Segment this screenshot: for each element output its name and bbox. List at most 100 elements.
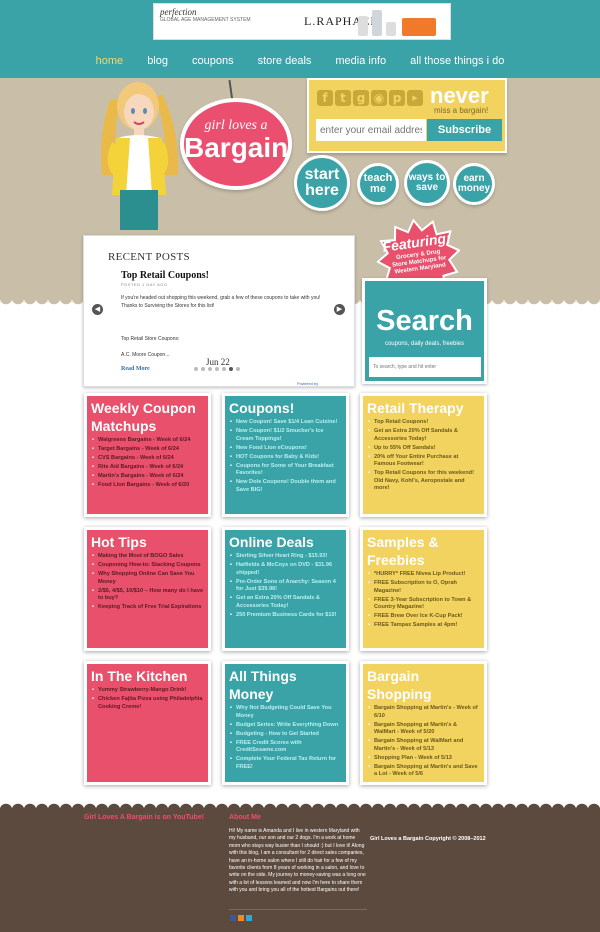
list-item[interactable]: New Coupon! $1/2 Smucker's Ice Cream Top…	[229, 428, 342, 443]
earn-money-button[interactable]: earn money	[453, 163, 495, 205]
pinterest-icon[interactable]: p	[389, 90, 405, 106]
list-item[interactable]: Food Lion Bargains - Week of 6/20	[91, 482, 204, 490]
subscribe-box: f t g ◉ p ▶ never miss a bargain! Subscr…	[307, 78, 507, 153]
list-item[interactable]: Why Not Budgeting Could Save You Money	[229, 705, 342, 720]
category-box-title[interactable]: Samples & Freebies	[367, 533, 480, 569]
category-box-title[interactable]: In The Kitchen	[91, 667, 204, 685]
list-item[interactable]: Budgeting - How to Get Started	[229, 731, 342, 739]
list-item[interactable]: New Food Lion eCoupons!	[229, 445, 342, 453]
youtube-icon[interactable]: ▶	[407, 90, 423, 106]
nav-home[interactable]: home	[86, 52, 134, 70]
category-box-list: Why Not Budgeting Could Save You Money Bu…	[229, 705, 342, 771]
email-input[interactable]	[316, 119, 426, 141]
list-item[interactable]: Complete Your Federal Tax Return for FRE…	[229, 756, 342, 771]
list-item[interactable]: Rite Aid Bargains - Week of 6/24	[91, 464, 204, 472]
category-box-title[interactable]: All Things Money	[229, 667, 342, 703]
slider-dot[interactable]	[215, 367, 219, 371]
list-item[interactable]: FREE Brew Over Ice K-Cup Pack!	[367, 613, 480, 621]
list-item[interactable]: Bargain Shopping at WalMart and Martin's…	[367, 738, 480, 753]
list-item[interactable]: Get an Extra 20% Off Sandals & Accessori…	[229, 595, 342, 610]
list-item[interactable]: Sterling Silver Heart Ring - $15.93!	[229, 553, 342, 561]
twitter-icon[interactable]	[246, 915, 252, 921]
list-item[interactable]: FREE 3-Year Subscription to Town & Count…	[367, 597, 480, 612]
category-box: Samples & Freebies*HURRY* FREE Nivea Lip…	[360, 527, 487, 651]
rss-icon[interactable]	[238, 915, 244, 921]
subscribe-button[interactable]: Subscribe	[427, 119, 502, 141]
slider-dot[interactable]	[201, 367, 205, 371]
list-item[interactable]: *HURRY* FREE Nivea Lip Product!	[367, 571, 480, 579]
list-item[interactable]: Budget Series: Write Everything Down	[229, 722, 342, 730]
category-box-list: *HURRY* FREE Nivea Lip Product!FREE Subs…	[367, 571, 480, 630]
read-more-link[interactable]: Read More	[121, 366, 150, 372]
twitter-icon[interactable]: t	[335, 90, 351, 106]
teach-me-button[interactable]: teach me	[357, 163, 399, 205]
next-arrow-icon[interactable]: ▶	[334, 304, 345, 315]
facebook-icon[interactable]: f	[317, 90, 333, 106]
category-box-title[interactable]: Online Deals	[229, 533, 342, 551]
slider-dot[interactable]	[222, 367, 226, 371]
list-item[interactable]: 20% off Your Entire Purchase at Famous F…	[367, 454, 480, 469]
category-box-title[interactable]: Weekly Coupon Matchups	[91, 399, 204, 435]
nav-store-deals[interactable]: store deals	[248, 52, 322, 70]
category-box-title[interactable]: Bargain Shopping	[367, 667, 480, 703]
list-item[interactable]: Bargain Shopping at Martin's - Week of 6…	[367, 705, 480, 720]
category-box: Coupons! New Coupon! Save $1/4 Lean Cuisi…	[222, 393, 349, 517]
google-plus-icon[interactable]: g	[353, 90, 369, 106]
list-item[interactable]: Why Shopping Online Can Save You Money	[91, 571, 204, 586]
list-item[interactable]: Top Retail Coupons!	[367, 419, 480, 427]
list-item[interactable]: Hatfields & McCoys on DVD - $31.96 shipp…	[229, 562, 342, 577]
list-item[interactable]: Couponing How-to: Stacking Coupons	[91, 562, 204, 570]
facebook-icon[interactable]	[230, 915, 236, 921]
nav-all-those-things[interactable]: all those things i do	[400, 52, 514, 70]
category-box-title[interactable]: Hot Tips	[91, 533, 204, 551]
nav-blog[interactable]: blog	[137, 52, 178, 70]
list-item[interactable]: Up to 55% Off Sandals!	[367, 445, 480, 453]
nav-coupons[interactable]: coupons	[182, 52, 244, 70]
category-box: Hot Tips Making the Most of BOGO SalesCou…	[84, 527, 211, 651]
post-excerpt: If you're headed out shopping this weeke…	[121, 295, 321, 309]
slider-dot[interactable]	[208, 367, 212, 371]
site-logo[interactable]: girl loves a Bargain	[180, 98, 292, 190]
category-box-title[interactable]: Retail Therapy	[367, 399, 480, 417]
list-item[interactable]: CVS Bargains - Week of 6/24	[91, 455, 204, 463]
list-item[interactable]: Pre-Order Sons of Anarchy: Season 4 for …	[229, 579, 342, 594]
ad-left-brand: perfection GLOBAL AGE MANAGEMENT SYSTEM	[160, 7, 251, 23]
category-box-list: Top Retail Coupons!Get an Extra 20% Off …	[367, 419, 480, 493]
list-item[interactable]: New Dole Coupons! Double them and Save B…	[229, 479, 342, 494]
list-item[interactable]: FREE Credit Scores with CreditSesame.com	[229, 740, 342, 755]
start-here-button[interactable]: start here	[294, 155, 350, 211]
post-list-line: A.C. Moore Coupon...	[121, 352, 170, 358]
list-item[interactable]: Top Retail Coupons for this weekend! Old…	[367, 470, 480, 493]
list-item[interactable]: Making the Most of BOGO Sales	[91, 553, 204, 561]
list-item[interactable]: HOT Coupons for Baby & Kids!	[229, 454, 342, 462]
ways-to-save-button[interactable]: ways to save	[404, 160, 450, 206]
youtube-heading[interactable]: Girl Loves A Bargain is on YouTube!	[84, 814, 204, 821]
prev-arrow-icon[interactable]: ◀	[92, 304, 103, 315]
list-item[interactable]: Keeping Track of Free Trial Expirations	[91, 604, 204, 612]
list-item[interactable]: Walgreens Bargains - Week of 6/24	[91, 437, 204, 445]
list-item[interactable]: Get an Extra 20% Off Sandals & Accessori…	[367, 428, 480, 443]
list-item[interactable]: FREE Tampax Samples at 4pm!	[367, 622, 480, 630]
list-item[interactable]: 2/$5, 4/$5, 10/$10 – How many do I have …	[91, 588, 204, 603]
search-input[interactable]	[369, 357, 481, 377]
list-item[interactable]: Martin's Bargains - Week of 6/24	[91, 473, 204, 481]
list-item[interactable]: Coupons for Some of Your Breakfast Favor…	[229, 463, 342, 478]
list-item[interactable]: 250 Premium Business Cards for $10!	[229, 612, 342, 620]
list-item[interactable]: Chicken Fajita Pizza using Philadelphia …	[91, 696, 204, 711]
list-item[interactable]: Shopping Plan - Week of 5/13	[367, 755, 480, 763]
list-item[interactable]: FREE Subscription to O, Oprah Magazine!	[367, 580, 480, 595]
ad-banner[interactable]: perfection GLOBAL AGE MANAGEMENT SYSTEM L…	[153, 3, 451, 40]
category-box-title[interactable]: Coupons!	[229, 399, 342, 417]
list-item[interactable]: New Coupon! Save $1/4 Lean Cuisine!	[229, 419, 342, 427]
slider-dot[interactable]	[194, 367, 198, 371]
nav-media-info[interactable]: media info	[325, 52, 396, 70]
category-box: All Things MoneyWhy Not Budgeting Could …	[222, 661, 349, 785]
slider-dot[interactable]	[236, 367, 240, 371]
slider-dot[interactable]	[229, 367, 233, 371]
post-title[interactable]: Top Retail Coupons!	[121, 270, 209, 281]
list-item[interactable]: Bargain Shopping at Martin's & WalMart -…	[367, 722, 480, 737]
rss-icon[interactable]: ◉	[371, 90, 387, 106]
list-item[interactable]: Bargain Shopping at Martin's and Save a …	[367, 764, 480, 779]
list-item[interactable]: Yummy Strawberry-Mango Drink!	[91, 687, 204, 695]
list-item[interactable]: Target Bargains - Week of 6/24	[91, 446, 204, 454]
